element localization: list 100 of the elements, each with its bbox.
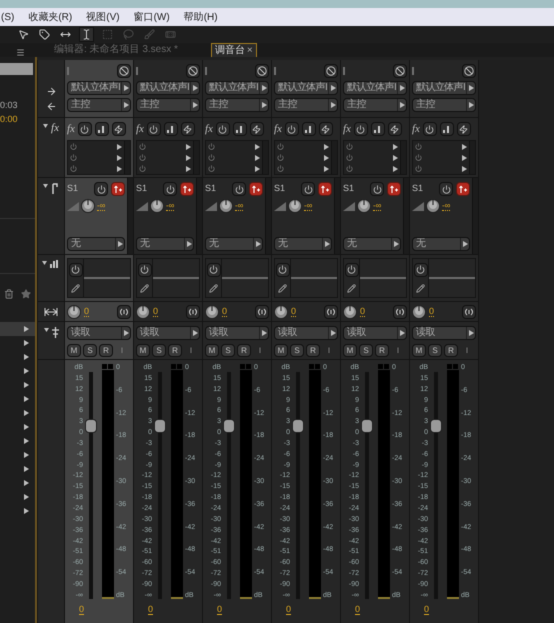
list-row[interactable]	[0, 322, 35, 336]
power-button[interactable]	[206, 262, 220, 277]
send-bus-dropdown[interactable]: 无	[412, 237, 470, 251]
knob[interactable]	[343, 304, 357, 318]
lightning-button[interactable]	[318, 122, 333, 136]
fader-thumb[interactable]	[361, 419, 373, 433]
power-button[interactable]	[146, 122, 161, 136]
stereo-button[interactable]	[393, 304, 407, 318]
knob[interactable]	[219, 199, 233, 213]
text-cursor-icon[interactable]	[79, 27, 94, 42]
effect-slot[interactable]	[415, 164, 467, 174]
power-button[interactable]	[68, 262, 82, 277]
effect-slot[interactable]	[346, 142, 398, 152]
effect-slot[interactable]	[139, 152, 191, 162]
tag-tool-icon[interactable]	[37, 27, 52, 42]
lightning-button[interactable]	[112, 122, 126, 136]
send-bus-dropdown[interactable]: 无	[136, 237, 194, 251]
eq-panel[interactable]	[343, 258, 407, 298]
effect-slot[interactable]	[346, 152, 398, 162]
power-button[interactable]	[301, 182, 315, 196]
power-button[interactable]	[414, 262, 428, 277]
effect-slot[interactable]	[277, 164, 329, 174]
pan-value[interactable]: 0	[360, 306, 366, 316]
close-icon[interactable]: ×	[246, 46, 253, 56]
send-bus-dropdown[interactable]: 无	[67, 237, 125, 251]
knob[interactable]	[136, 304, 150, 318]
send-bus-dropdown[interactable]: 无	[274, 237, 332, 251]
effect-slot[interactable]	[277, 152, 329, 162]
menu-item[interactable]: 帮助(H)	[184, 10, 218, 24]
eq-panel[interactable]	[67, 258, 131, 298]
phase-invert-button[interactable]	[462, 64, 476, 78]
menu-item[interactable]: 收藏夹(R)	[28, 10, 72, 24]
effect-slot[interactable]	[70, 152, 122, 162]
output-dropdown[interactable]: 主控	[67, 98, 131, 112]
power-button[interactable]	[422, 122, 437, 136]
send-volume[interactable]: -∞	[442, 202, 450, 210]
output-dropdown[interactable]: 主控	[274, 98, 338, 112]
pan-value[interactable]: 0	[222, 306, 228, 316]
power-button[interactable]	[439, 182, 453, 196]
effect-slot[interactable]	[208, 142, 260, 152]
effect-slot[interactable]	[139, 142, 191, 152]
eq-panel[interactable]	[205, 258, 269, 298]
channel-toggle-button[interactable]: S	[152, 344, 166, 357]
channel-toggle-button[interactable]: R	[237, 344, 251, 357]
automation-dropdown[interactable]: 读取	[412, 326, 476, 340]
fader-thumb[interactable]	[85, 419, 97, 433]
channel-toggle-button[interactable]: M	[205, 344, 219, 357]
output-dropdown[interactable]: 主控	[343, 98, 407, 112]
pencil-icon[interactable]	[347, 284, 356, 294]
pan-value[interactable]: 0	[291, 306, 296, 316]
lightning-button[interactable]	[388, 122, 402, 136]
stereo-button[interactable]	[255, 304, 269, 318]
channel-toggle-button[interactable]: M	[67, 344, 81, 357]
effect-slot[interactable]	[70, 142, 122, 152]
effect-slot[interactable]	[139, 164, 191, 174]
phase-invert-button[interactable]	[117, 64, 131, 78]
power-button[interactable]	[354, 122, 368, 136]
channel-toggle-button[interactable]: R	[99, 344, 113, 357]
menu-item[interactable]: 视图(V)	[86, 10, 120, 24]
effect-slot[interactable]	[415, 142, 467, 152]
send-bus-dropdown[interactable]: 无	[205, 237, 263, 251]
power-button[interactable]	[232, 182, 246, 196]
power-button[interactable]	[344, 262, 358, 277]
input-dropdown[interactable]: 默认立体声I	[274, 81, 338, 95]
fader-thumb[interactable]	[292, 419, 304, 433]
effect-slot[interactable]	[208, 164, 260, 174]
power-button[interactable]	[78, 122, 92, 136]
pan-value[interactable]: 0	[429, 306, 434, 316]
pencil-icon[interactable]	[278, 284, 287, 294]
pan-value[interactable]: 0	[84, 306, 90, 316]
phase-invert-button[interactable]	[186, 64, 200, 78]
output-dropdown[interactable]: 主控	[412, 98, 476, 112]
tab[interactable]: 调音台 ×	[210, 43, 257, 57]
lightning-button[interactable]	[456, 122, 471, 136]
fx-bypass-button[interactable]	[370, 122, 385, 136]
phase-invert-button[interactable]	[255, 64, 269, 78]
knob[interactable]	[357, 199, 371, 213]
phase-invert-button[interactable]	[324, 64, 338, 78]
stereo-button[interactable]	[186, 304, 200, 318]
menu-item[interactable]: 窗口(W)	[134, 10, 170, 24]
input-dropdown[interactable]: 默认立体声I	[343, 81, 407, 95]
input-monitor-button[interactable]: I	[253, 344, 267, 357]
knob[interactable]	[426, 199, 440, 213]
automation-dropdown[interactable]: 读取	[205, 326, 269, 340]
fader-thumb[interactable]	[223, 419, 235, 433]
stereo-button[interactable]	[117, 304, 131, 318]
send-volume[interactable]: -∞	[235, 202, 244, 210]
effect-slot[interactable]	[70, 164, 122, 174]
channel-toggle-button[interactable]: S	[83, 344, 97, 357]
menu-item[interactable]: (S)	[1, 10, 14, 24]
pre-post-button[interactable]	[318, 182, 332, 196]
stereo-button[interactable]	[462, 304, 476, 318]
eq-panel[interactable]	[136, 258, 200, 298]
send-volume[interactable]: -∞	[304, 202, 312, 210]
eq-panel[interactable]	[412, 258, 476, 298]
send-volume[interactable]: -∞	[166, 202, 174, 210]
effect-slot[interactable]	[208, 152, 260, 162]
input-dropdown[interactable]: 默认立体声I	[136, 81, 200, 95]
effect-slot[interactable]	[415, 152, 467, 162]
knob[interactable]	[150, 199, 164, 213]
